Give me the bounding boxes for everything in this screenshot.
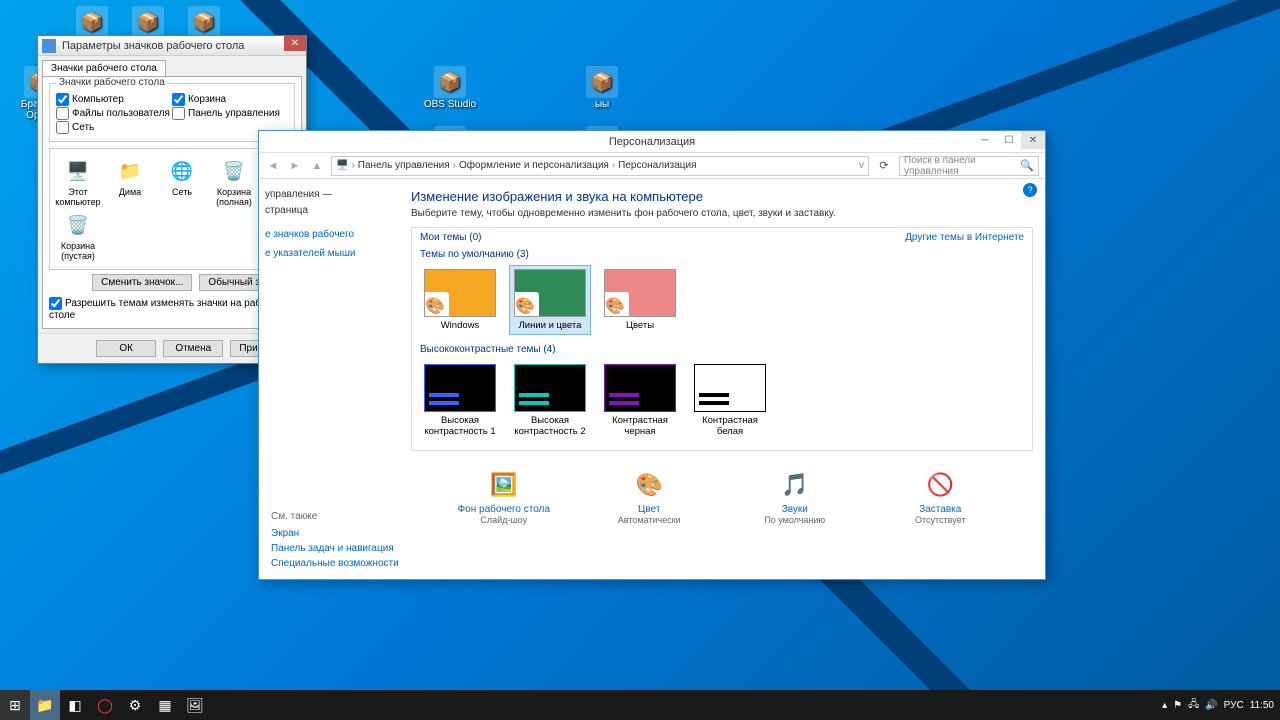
tray-network-icon[interactable]: 🖧 <box>1188 697 1199 714</box>
taskbar: ⊞ 📁 ◧ ◯ ⚙ ▦ 🖼 ▴ ⚑ 🖧 🔊 РУС 11:50 <box>0 690 1280 720</box>
refresh-button[interactable]: ⟳ <box>875 159 893 172</box>
page-subheading: Выберите тему, чтобы одновременно измени… <box>411 208 1033 219</box>
explorer-titlebar[interactable]: Персонализация ─ ☐ ✕ <box>259 131 1045 153</box>
theme-item[interactable]: 🎨Windows <box>420 266 500 334</box>
dialog-close-button[interactable]: ✕ <box>284 35 306 51</box>
default-themes-label: Темы по умолчанию (3) <box>420 249 529 260</box>
breadcrumb[interactable]: Персонализация <box>618 160 696 171</box>
sidebar-link-pointers[interactable]: е указателей мыши <box>265 246 393 262</box>
ok-button[interactable]: ОК <box>96 340 156 357</box>
change-icon-button[interactable]: Сменить значок... <box>92 274 192 291</box>
theme-item[interactable]: 🎨Линии и цвета <box>510 266 590 334</box>
tray-chevron-icon[interactable]: ▴ <box>1162 700 1167 711</box>
desktop-icon[interactable]: 📦ыы <box>572 66 632 110</box>
explorer-title: Персонализация <box>259 136 1045 148</box>
search-input[interactable]: Поиск в панели управления 🔍 <box>899 156 1039 176</box>
personalization-window: Персонализация ─ ☐ ✕ ◄ ► ▲ 🖥️ › Панель у… <box>258 130 1046 580</box>
sidebar-link-icons[interactable]: е значков рабочего <box>265 227 393 243</box>
cancel-button[interactable]: Отмена <box>163 340 223 357</box>
preview-icon[interactable]: 🗑️Корзина (пустая) <box>54 211 102 261</box>
page-heading: Изменение изображения и звука на компьют… <box>411 189 1033 204</box>
bottom-action[interactable]: 🎵ЗвукиПо умолчанию <box>725 469 865 525</box>
check-network[interactable]: Сеть <box>56 121 172 134</box>
forward-button[interactable]: ► <box>287 158 303 174</box>
my-themes-label: Мои темы (0) <box>420 232 481 243</box>
taskbar-app[interactable]: ⚙ <box>120 690 150 720</box>
tray-clock[interactable]: 11:50 <box>1250 700 1274 711</box>
group-label: Значки рабочего стола <box>56 77 168 88</box>
breadcrumb[interactable]: Оформление и персонализация <box>459 160 609 171</box>
preview-icon[interactable]: 🗑️Корзина (полная) <box>210 157 258 207</box>
tray-language[interactable]: РУС <box>1224 700 1244 711</box>
seealso-heading: См. также <box>271 509 401 524</box>
preview-icon[interactable]: 📁Дима <box>106 157 154 207</box>
check-cpanel[interactable]: Панель управления <box>172 107 288 120</box>
control-panel-icon: 🖥️ <box>336 160 348 171</box>
breadcrumb[interactable]: Панель управления <box>358 160 450 171</box>
check-userfiles[interactable]: Файлы пользователя <box>56 107 172 120</box>
check-computer[interactable]: Компьютер <box>56 93 172 106</box>
dialog-icon <box>42 39 56 53</box>
taskbar-app[interactable]: 📁 <box>30 690 60 720</box>
preview-icon[interactable]: 🖥️Этот компьютер <box>54 157 102 207</box>
start-button[interactable]: ⊞ <box>0 690 30 720</box>
close-button[interactable]: ✕ <box>1021 131 1045 149</box>
minimize-button[interactable]: ─ <box>973 131 997 149</box>
up-button[interactable]: ▲ <box>309 158 325 174</box>
taskbar-app[interactable]: 🖼 <box>180 690 210 720</box>
preview-icon[interactable]: 🌐Сеть <box>158 157 206 207</box>
theme-item[interactable]: Контрастная черная <box>600 361 680 440</box>
tab-desktop-icons[interactable]: Значки рабочего стола <box>42 60 166 76</box>
hc-themes-label: Высококонтрастные темы (4) <box>420 344 556 355</box>
address-bar[interactable]: 🖥️ › Панель управления › Оформление и пе… <box>331 156 869 176</box>
tray-flag-icon[interactable]: ⚑ <box>1173 700 1182 711</box>
theme-item[interactable]: Контрастная белая <box>690 361 770 440</box>
tray-volume-icon[interactable]: 🔊 <box>1205 700 1217 711</box>
theme-item[interactable]: Высокая контрастность 1 <box>420 361 500 440</box>
online-themes-link[interactable]: Другие темы в Интернете <box>905 232 1024 243</box>
bottom-action[interactable]: 🎨ЦветАвтоматически <box>579 469 719 525</box>
seealso-link[interactable]: Панель задач и навигация <box>271 541 401 556</box>
taskbar-app[interactable]: ◧ <box>60 690 90 720</box>
search-icon: 🔍 <box>1020 159 1034 172</box>
dialog-title: Параметры значков рабочего стола <box>62 40 302 52</box>
dialog-titlebar[interactable]: Параметры значков рабочего стола ✕ <box>38 36 306 56</box>
back-button[interactable]: ◄ <box>265 158 281 174</box>
maximize-button[interactable]: ☐ <box>997 131 1021 149</box>
theme-item[interactable]: 🎨Цветы <box>600 266 680 334</box>
desktop-icon[interactable]: 📦OBS Studio <box>420 66 480 110</box>
seealso-link[interactable]: Экран <box>271 526 401 541</box>
taskbar-app[interactable]: ◯ <box>90 690 120 720</box>
taskbar-app[interactable]: ▦ <box>150 690 180 720</box>
bottom-action[interactable]: 🖼️Фон рабочего столаСлайд-шоу <box>434 469 574 525</box>
check-recycle[interactable]: Корзина <box>172 93 288 106</box>
seealso-link[interactable]: Специальные возможности <box>271 556 401 571</box>
bottom-action[interactable]: 🚫ЗаставкаОтсутствует <box>870 469 1010 525</box>
theme-item[interactable]: Высокая контрастность 2 <box>510 361 590 440</box>
